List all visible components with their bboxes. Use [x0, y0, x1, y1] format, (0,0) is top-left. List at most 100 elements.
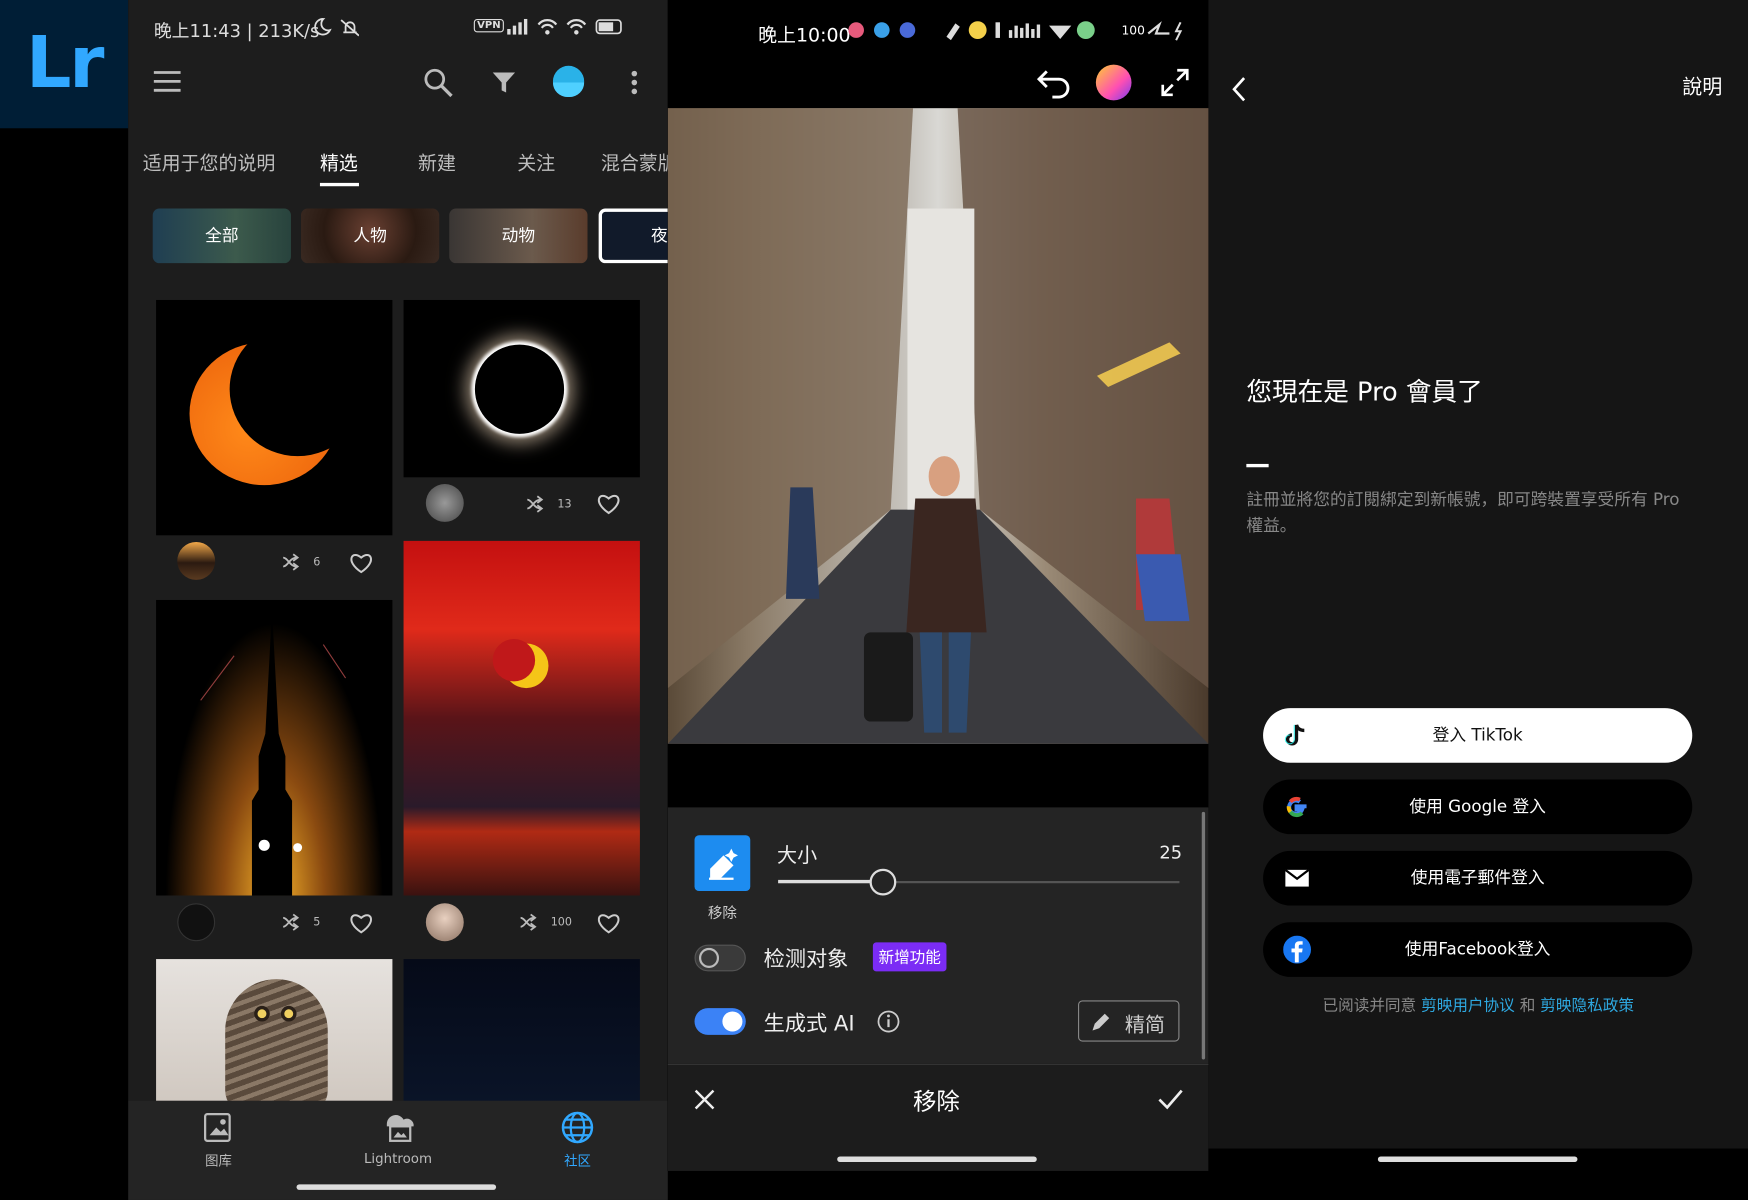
- signal-icon: [507, 18, 528, 35]
- heart-icon[interactable]: [596, 912, 621, 934]
- chip-night[interactable]: 夜: [598, 208, 668, 264]
- google-login-label: 使用 Google 登入: [1409, 796, 1546, 817]
- email-login-button[interactable]: 使用電子郵件登入: [1263, 850, 1693, 906]
- vpn-icon: VPN: [473, 18, 504, 33]
- remix-count: 13: [557, 498, 572, 511]
- heart-icon[interactable]: [349, 552, 374, 574]
- lightroom-logo: Lr: [0, 0, 129, 129]
- remix-icon[interactable]: [525, 495, 547, 513]
- nav-library-label: 图库: [205, 1153, 232, 1169]
- search-icon[interactable]: [423, 67, 454, 98]
- logo-text: Lr: [26, 22, 104, 105]
- chip-people[interactable]: 人物: [300, 208, 440, 264]
- home-indicator: [837, 1156, 1037, 1163]
- photo-card-red-sunset[interactable]: [403, 540, 640, 896]
- fullscreen-icon[interactable]: [1161, 67, 1190, 98]
- ai-magic-icon[interactable]: [1095, 64, 1132, 101]
- wifi-icon-2: [566, 18, 587, 29]
- tab-new[interactable]: 新建: [418, 147, 456, 175]
- generative-ai-toggle[interactable]: [694, 1008, 746, 1035]
- nav-lightroom-label: Lightroom: [363, 1150, 432, 1167]
- email-login-label: 使用電子郵件登入: [1410, 867, 1545, 888]
- tiktok-login-button[interactable]: 登入 TikTok: [1263, 708, 1693, 763]
- title-divider: [1246, 463, 1269, 468]
- help-link[interactable]: 說明: [1682, 71, 1722, 100]
- photo-card-crescent-sun[interactable]: [156, 299, 393, 536]
- heart-icon[interactable]: [596, 493, 621, 515]
- remove-tool-screen: 晚上10:00 100 移除 大小 25 检测对象 新增功能 生成式 AI 精简…: [667, 0, 1209, 1171]
- new-feature-badge: 新增功能: [872, 942, 947, 972]
- remove-tool-button[interactable]: [694, 835, 751, 892]
- author-avatar[interactable]: [425, 483, 464, 522]
- detect-objects-toggle[interactable]: [694, 944, 746, 972]
- agreement-prefix: 已阅读并同意: [1322, 996, 1417, 1015]
- home-indicator: [296, 1184, 497, 1190]
- pro-login-screen: 說明 您現在是 Pro 會員了 註冊並將您的訂閱綁定到新帳號，即可跨裝置享受所有…: [1208, 0, 1748, 1149]
- privacy-policy-link[interactable]: 剪映隐私政策: [1540, 997, 1634, 1015]
- street-photo[interactable]: [667, 108, 1209, 744]
- status-icons-right: [507, 18, 622, 35]
- eraser-sparkle-icon: [709, 848, 738, 880]
- tab-blend-mask[interactable]: 混合蒙版: [601, 147, 668, 175]
- tiktok-icon: [1284, 724, 1305, 746]
- footer-title: 移除: [913, 1088, 960, 1116]
- photo-card-total-eclipse[interactable]: [403, 299, 640, 478]
- menu-icon[interactable]: [153, 69, 182, 94]
- pro-title: 您現在是 Pro 會員了: [1246, 378, 1483, 408]
- google-icon: [1286, 796, 1307, 818]
- library-icon[interactable]: [202, 1111, 235, 1144]
- filter-icon[interactable]: [491, 69, 518, 96]
- remix-icon[interactable]: [518, 913, 540, 931]
- status-icons-right: [946, 21, 1095, 41]
- info-icon[interactable]: [876, 1009, 901, 1034]
- agreement-joiner: 和: [1519, 996, 1536, 1015]
- user-agreement-link[interactable]: 剪映用户协议: [1421, 997, 1515, 1015]
- facebook-login-button[interactable]: 使用Facebook登入: [1263, 922, 1693, 977]
- confirm-check-icon[interactable]: [1157, 1088, 1184, 1110]
- photo-card-church-night[interactable]: [156, 599, 393, 896]
- undo-icon[interactable]: [1036, 67, 1072, 100]
- status-icons-left: [314, 18, 359, 37]
- remix-count: 100: [550, 916, 572, 929]
- battery-charging-icon: [1147, 21, 1183, 41]
- cancel-close-icon[interactable]: [693, 1088, 715, 1110]
- author-avatar[interactable]: [425, 903, 464, 942]
- panel-scrollbar[interactable]: [1201, 811, 1206, 1060]
- tab-underline: [319, 182, 359, 187]
- size-slider-fill: [778, 879, 883, 884]
- pencil-icon: [1092, 1013, 1110, 1031]
- more-icon[interactable]: [629, 69, 640, 96]
- tiktok-login-label: 登入 TikTok: [1432, 724, 1523, 745]
- home-indicator: [1377, 1156, 1578, 1163]
- facebook-icon: [1283, 935, 1312, 964]
- back-chevron-icon[interactable]: [1231, 76, 1247, 103]
- lightroom-cloud-icon[interactable]: [380, 1109, 418, 1145]
- tab-instructions[interactable]: 适用于您的说明: [143, 147, 276, 175]
- mail-icon: [1284, 868, 1310, 887]
- google-login-button[interactable]: 使用 Google 登入: [1263, 779, 1693, 835]
- remix-icon[interactable]: [281, 913, 303, 931]
- author-avatar[interactable]: [177, 541, 216, 580]
- wifi-icon: [537, 18, 558, 29]
- size-value: 25: [1159, 841, 1183, 864]
- heart-icon[interactable]: [349, 912, 374, 934]
- refine-button[interactable]: 精简: [1078, 1000, 1180, 1042]
- battery-level: 100: [1121, 23, 1145, 38]
- generative-ai-label: 生成式 AI: [763, 1011, 855, 1037]
- chip-all[interactable]: 全部: [152, 208, 291, 264]
- author-avatar[interactable]: [177, 903, 216, 942]
- notification-icons: [848, 22, 916, 38]
- pro-description: 註冊並將您的訂閱綁定到新帳號，即可跨裝置享受所有 Pro 權益。: [1246, 489, 1680, 536]
- size-slider-thumb[interactable]: [869, 868, 897, 896]
- tab-following[interactable]: 关注: [517, 147, 555, 175]
- remix-icon[interactable]: [281, 553, 303, 571]
- facebook-login-label: 使用Facebook登入: [1404, 938, 1551, 960]
- profile-avatar[interactable]: [552, 65, 585, 98]
- globe-icon[interactable]: [560, 1110, 596, 1146]
- tab-featured[interactable]: 精选: [320, 147, 358, 175]
- chip-animals[interactable]: 动物: [449, 208, 588, 264]
- remix-count: 6: [313, 556, 321, 569]
- photo-card-night-city[interactable]: [403, 959, 640, 1105]
- photo-card-owl[interactable]: [156, 959, 393, 1105]
- community-screen: 晚上11:43 | 213K/s VPN 适用于您的说明 精选 新建 关注 混合…: [128, 0, 668, 1200]
